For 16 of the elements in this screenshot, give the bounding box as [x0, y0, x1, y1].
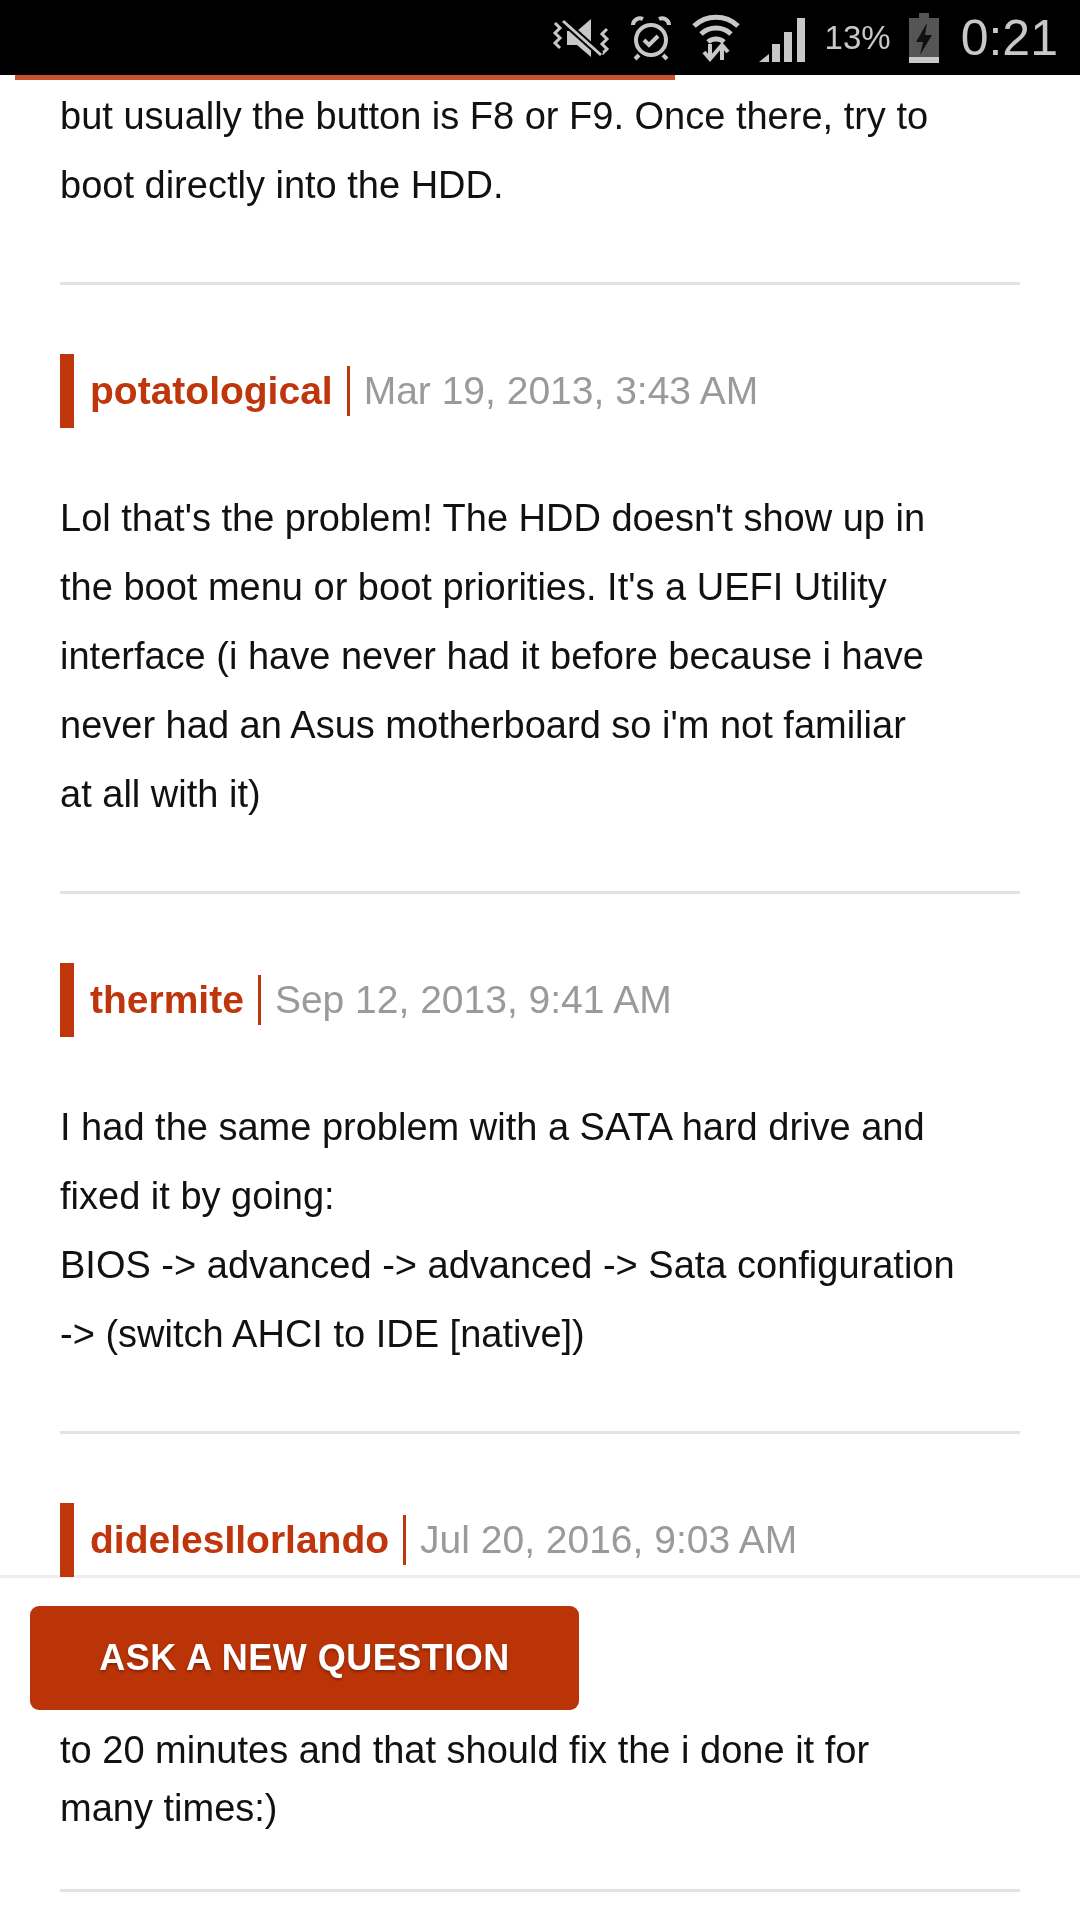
battery-percentage: 13% — [824, 18, 891, 57]
clock: 0:21 — [960, 8, 1058, 67]
answer-text: many times:) — [60, 1786, 279, 1831]
answer-text: to 20 minutes and that should fix the i done it for — [60, 1728, 871, 1773]
answer-text: but usually the button is F8 or F9. Once there, try to boot directly into the HDD. — [60, 94, 930, 208]
username-link[interactable]: thermite — [90, 977, 244, 1022]
post-date: Jul 20, 2016, 9:03 AM — [420, 1517, 798, 1562]
username-link[interactable]: potatological — [90, 368, 333, 413]
ask-question-button[interactable]: ASK A NEW QUESTION — [30, 1606, 579, 1710]
answer-text: Lol that's the problem! The HDD doesn't show up in the boot menu or boot priorities. It's a UEFI Utility interface (i have never had it before because i have never had an Asus motherboard so i'm not familiar at all with it) — [60, 496, 927, 817]
username-link[interactable]: didelesIlorlando — [90, 1517, 390, 1562]
battery-charging-icon — [908, 12, 939, 63]
post-date: Mar 19, 2013, 3:43 AM — [363, 368, 759, 413]
alarm-icon — [628, 14, 673, 61]
post-date: Sep 12, 2013, 9:41 AM — [274, 977, 672, 1022]
answer-text: I had the same problem with a SATA hard drive and fixed it by going: BIOS -> advanced -> advanced -> Sata configuration -> (switch AHCI to IDE [native]) — [60, 1105, 956, 1357]
